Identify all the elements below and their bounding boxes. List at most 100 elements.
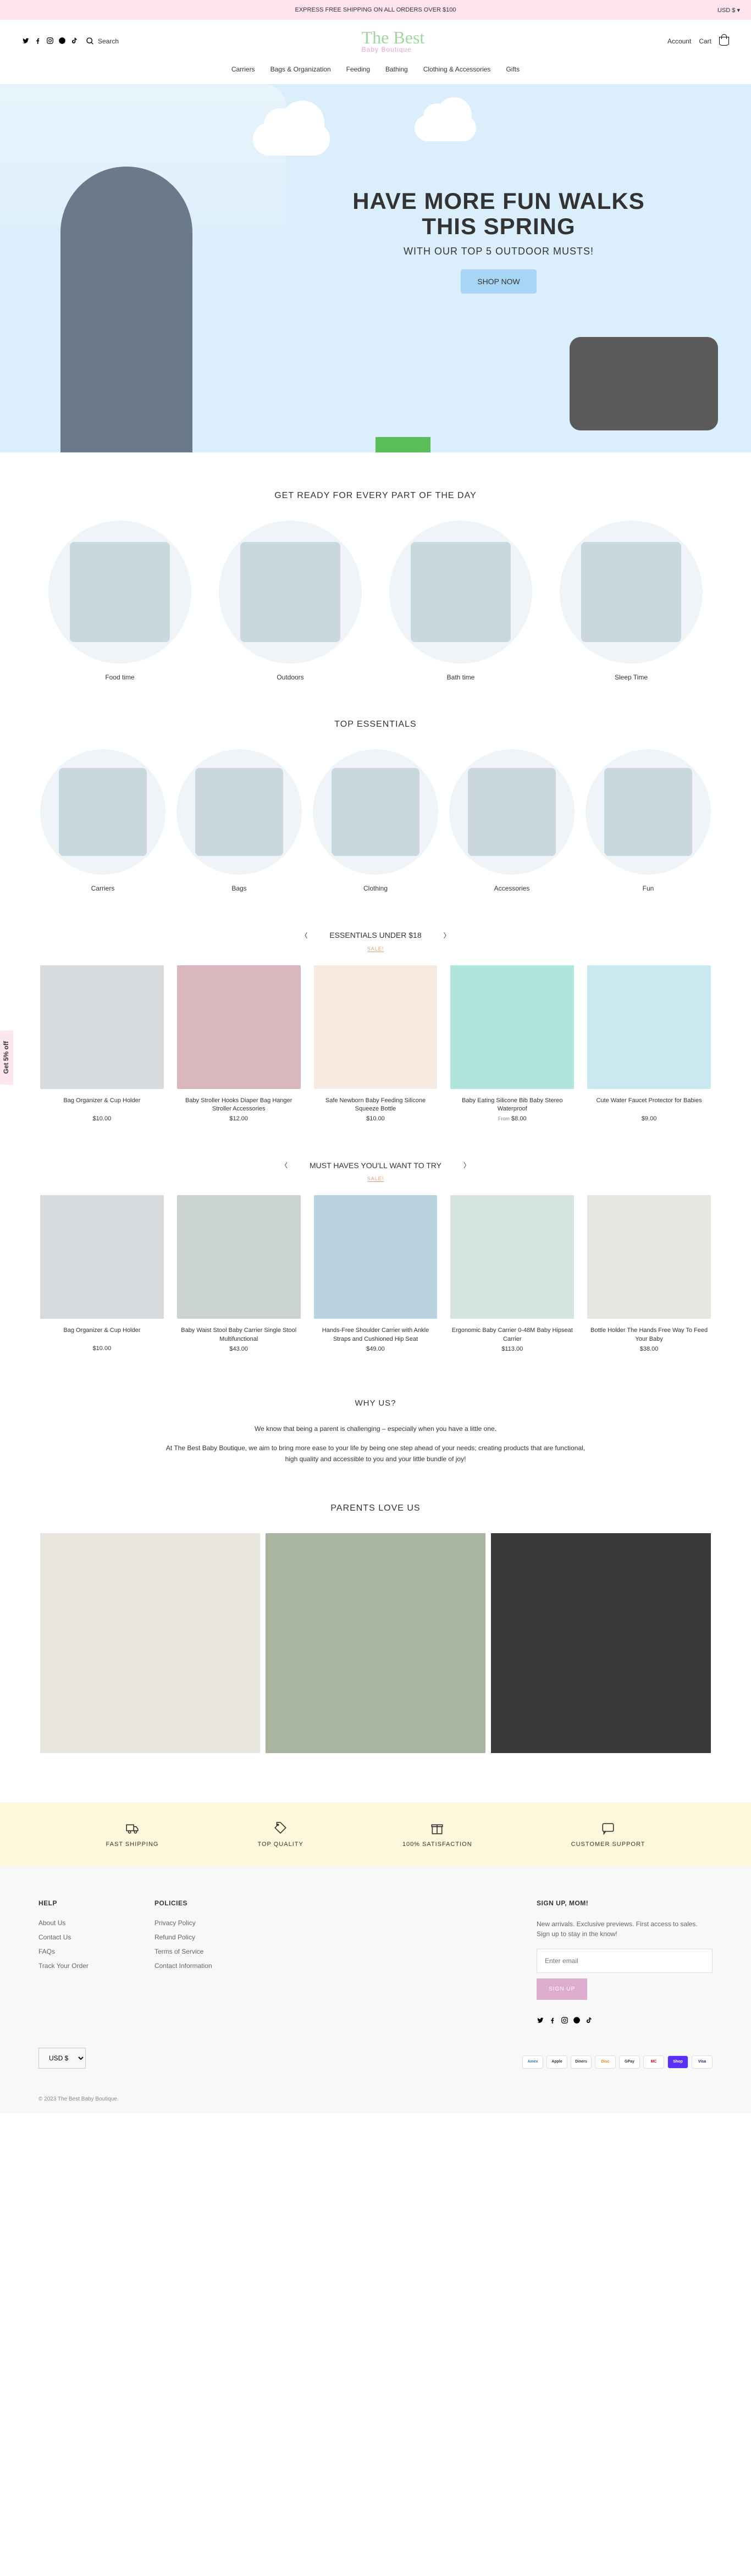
essential-fun[interactable]: Fun (586, 749, 711, 892)
product-price: $49.00 (314, 1346, 438, 1352)
pinterest-icon[interactable] (58, 37, 66, 46)
signup-button[interactable]: SIGN UP (537, 1978, 587, 2000)
circle-image (219, 521, 362, 664)
product-card[interactable]: Safe Newborn Baby Feeding Silicone Squee… (314, 965, 438, 1123)
account-link[interactable]: Account (667, 37, 691, 45)
arrow-left-icon[interactable]: 〈 (281, 1160, 288, 1170)
product-name: Bag Organizer & Cup Holder (40, 1326, 164, 1343)
nav-bathing[interactable]: Bathing (385, 65, 408, 73)
nav-feeding[interactable]: Feeding (346, 65, 370, 73)
review-image[interactable] (266, 1533, 485, 1753)
nav-gifts[interactable]: Gifts (506, 65, 520, 73)
product-name: Hands-Free Shoulder Carrier with Ankle S… (314, 1326, 438, 1344)
perk-label: FAST SHIPPING (106, 1841, 159, 1848)
circle-image (389, 521, 532, 664)
circle-image (586, 749, 711, 875)
day-item-bath[interactable]: Bath time (381, 521, 540, 681)
announcement-currency[interactable]: USD $ ▾ (717, 7, 740, 14)
tiktok-icon[interactable] (585, 2016, 593, 2026)
circle-image (560, 521, 703, 664)
footer-link-track[interactable]: Track Your Order (38, 1962, 89, 1970)
side-promo-tab[interactable]: Get 5% off (0, 1030, 13, 1085)
payment-gpay-icon: GPay (619, 2055, 640, 2069)
circle-image (48, 521, 191, 664)
payment-icons: Amex Apple Diners Disc GPay MC Shop Visa (522, 2055, 713, 2069)
footer-link-contact[interactable]: Contact Us (38, 1933, 89, 1941)
product-image (587, 1195, 711, 1319)
section-under-18: 〈 ESSENTIALS UNDER $18 〉 SALE! Bag Organ… (24, 931, 727, 1123)
footer-link-refund[interactable]: Refund Policy (154, 1933, 212, 1941)
twitter-icon[interactable] (537, 2016, 544, 2026)
hero: HAVE MORE FUN WALKS THIS SPRING WITH OUR… (0, 84, 751, 452)
footer-help: HELP About Us Contact Us FAQs Track Your… (38, 1899, 89, 2026)
sale-tag: SALE! (367, 946, 384, 952)
facebook-icon[interactable] (549, 2016, 556, 2026)
facebook-icon[interactable] (34, 37, 42, 46)
day-item-outdoors[interactable]: Outdoors (211, 521, 370, 681)
tiktok-icon[interactable] (70, 37, 78, 46)
essential-bags[interactable]: Bags (176, 749, 302, 892)
section-day-parts: GET READY FOR EVERY PART OF THE DAY Food… (24, 491, 727, 681)
pinterest-icon[interactable] (573, 2016, 581, 2026)
footer-policies: POLICIES Privacy Policy Refund Policy Te… (154, 1899, 212, 2026)
product-card[interactable]: Bag Organizer & Cup Holder$10.00 (40, 965, 164, 1123)
hero-image (0, 84, 286, 452)
footer-bottom: USD $ Amex Apple Diners Disc GPay MC Sho… (0, 2048, 751, 2085)
product-card[interactable]: Baby Stroller Hooks Diaper Bag Hanger St… (177, 965, 301, 1123)
footer-link-about[interactable]: About Us (38, 1919, 89, 1927)
product-card[interactable]: Baby Eating Silicone Bib Baby Stereo Wat… (450, 965, 574, 1123)
arrow-right-icon[interactable]: 〉 (463, 1160, 470, 1170)
product-card[interactable]: Hands-Free Shoulder Carrier with Ankle S… (314, 1195, 438, 1352)
nav-bags[interactable]: Bags & Organization (270, 65, 331, 73)
product-card[interactable]: Cute Water Faucet Protector for Babies$9… (587, 965, 711, 1123)
day-item-sleep[interactable]: Sleep Time (551, 521, 711, 681)
arrow-left-icon[interactable]: 〈 (301, 931, 307, 940)
payment-diners-icon: Diners (571, 2055, 592, 2069)
nav-clothing[interactable]: Clothing & Accessories (423, 65, 491, 73)
product-name: Baby Stroller Hooks Diaper Bag Hanger St… (177, 1097, 301, 1114)
review-image[interactable] (491, 1533, 711, 1753)
footer-link-privacy[interactable]: Privacy Policy (154, 1919, 212, 1927)
shop-now-button[interactable]: SHOP NOW (461, 269, 537, 294)
search-icon (86, 37, 95, 46)
essential-clothing[interactable]: Clothing (313, 749, 438, 892)
grass-decoration (375, 414, 430, 452)
product-card[interactable]: Bag Organizer & Cup Holder$10.00 (40, 1195, 164, 1352)
essential-carriers[interactable]: Carriers (40, 749, 165, 892)
instagram-icon[interactable] (46, 37, 54, 46)
essential-accessories[interactable]: Accessories (449, 749, 575, 892)
product-image (450, 965, 574, 1089)
product-card[interactable]: Baby Waist Stool Baby Carrier Single Sto… (177, 1195, 301, 1352)
product-card[interactable]: Ergonomic Baby Carrier 0-48M Baby Hipsea… (450, 1195, 574, 1352)
circle-label: Fun (586, 885, 711, 892)
day-item-food[interactable]: Food time (40, 521, 200, 681)
product-card[interactable]: Bottle Holder The Hands Free Way To Feed… (587, 1195, 711, 1352)
product-price: $12.00 (177, 1115, 301, 1122)
footer-link-contactinfo[interactable]: Contact Information (154, 1962, 212, 1970)
search-button[interactable]: Search (86, 37, 119, 46)
twitter-icon[interactable] (22, 37, 30, 46)
product-price: $43.00 (177, 1346, 301, 1352)
product-image (40, 965, 164, 1089)
payment-mastercard-icon: MC (643, 2055, 664, 2069)
product-price: $38.00 (587, 1346, 711, 1352)
payment-discover-icon: Disc (595, 2055, 616, 2069)
arrow-right-icon[interactable]: 〉 (444, 931, 450, 940)
currency-select[interactable]: USD $ (38, 2048, 86, 2069)
email-input[interactable] (537, 1949, 713, 1973)
circle-label: Clothing (313, 885, 438, 892)
section-title: PARENTS LOVE US (40, 1503, 711, 1513)
circle-label: Sleep Time (551, 673, 711, 681)
product-price: $10.00 (40, 1115, 164, 1122)
product-image (177, 965, 301, 1089)
section-top-essentials: TOP ESSENTIALS Carriers Bags Clothing Ac… (24, 720, 727, 892)
review-image[interactable] (40, 1533, 260, 1753)
footer-link-terms[interactable]: Terms of Service (154, 1948, 212, 1955)
cart-icon[interactable] (719, 37, 729, 46)
nav-carriers[interactable]: Carriers (231, 65, 255, 73)
circle-image (449, 749, 575, 875)
circle-label: Food time (40, 673, 200, 681)
footer-link-faqs[interactable]: FAQs (38, 1948, 89, 1955)
instagram-icon[interactable] (561, 2016, 568, 2026)
logo[interactable]: The Best Baby Boutique (362, 30, 425, 53)
